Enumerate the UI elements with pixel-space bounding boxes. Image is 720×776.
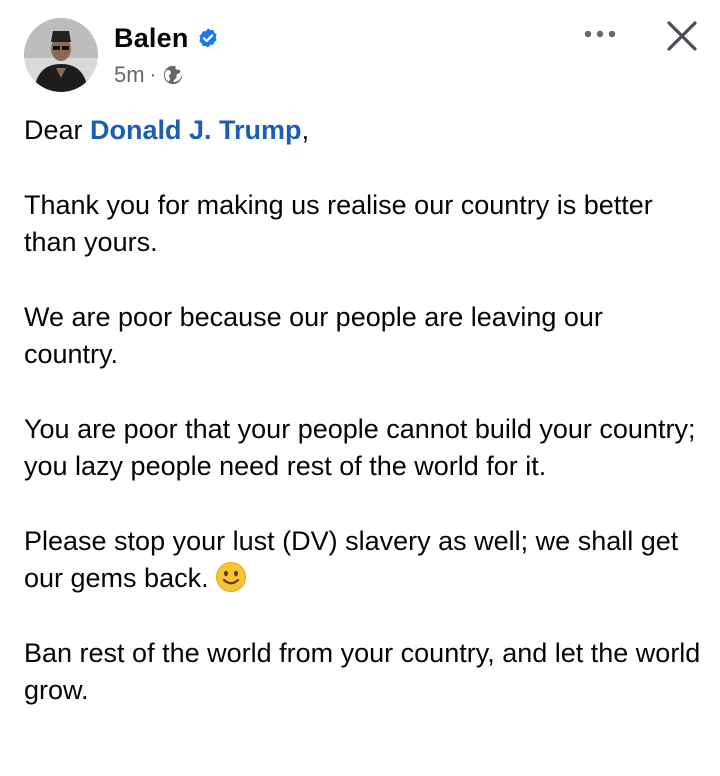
mention-link[interactable]: Donald J. Trump <box>90 115 302 145</box>
post-paragraph: Ban rest of the world from your country,… <box>24 638 701 705</box>
greeting-suffix: , <box>301 115 310 145</box>
post-meta: 5m · <box>114 60 184 90</box>
more-dots-icon <box>584 30 616 38</box>
close-button[interactable] <box>658 12 706 60</box>
post-paragraph-with-emoji: Please stop your lust (DV) slavery as we… <box>24 523 704 597</box>
author-row: Balen <box>114 20 219 56</box>
meta-separator: · <box>149 63 157 86</box>
smiling-face-emoji <box>215 561 247 593</box>
greeting-prefix: Dear <box>24 115 91 145</box>
post-paragraph: You are poor that your people cannot bui… <box>24 414 696 481</box>
avatar-photo <box>24 18 98 92</box>
post-header: Balen 5m · <box>0 0 720 110</box>
author-avatar[interactable] <box>24 18 98 92</box>
greeting-paragraph: Dear Donald J. Trump, <box>24 112 704 149</box>
post-paragraph: We are poor because our people are leavi… <box>24 302 603 369</box>
post-text: Dear Donald J. Trump, Thank you for maki… <box>24 112 704 747</box>
post-timestamp[interactable]: 5m <box>114 62 145 88</box>
more-options-button[interactable] <box>576 14 624 54</box>
close-icon <box>667 21 697 51</box>
verified-badge-icon <box>197 27 219 49</box>
post-paragraph: Thank you for making us realise our coun… <box>24 190 653 257</box>
author-name[interactable]: Balen <box>114 23 189 54</box>
post-paragraph-text: Please stop your lust (DV) slavery as we… <box>24 526 679 593</box>
globe-icon[interactable] <box>162 64 184 86</box>
